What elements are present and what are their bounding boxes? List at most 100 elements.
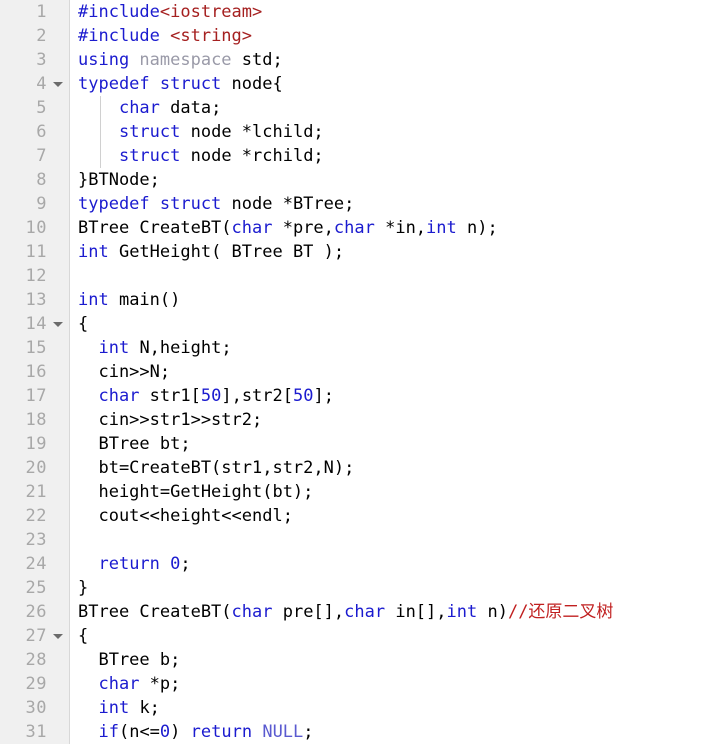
code-line[interactable]: bt=CreateBT(str1,str2,N);: [70, 456, 717, 480]
line-number-gutter[interactable]: 1 2 3 4 5 6 7 8 9 10 11 12 13 14 15 16 17 18 19 20 21 22 23 24 2…: [0, 0, 70, 744]
code-line[interactable]: BTree CreateBT(char *pre,char *in,int n)…: [70, 216, 717, 240]
code-token: n);: [456, 218, 498, 238]
code-token: GetHeight( BTree BT );: [108, 242, 345, 262]
code-line[interactable]: typedef struct node *BTree;: [70, 192, 717, 216]
line-number-12[interactable]: 12: [0, 264, 69, 288]
code-line[interactable]: int N,height;: [70, 336, 717, 360]
line-number-4[interactable]: 4: [0, 72, 69, 96]
code-token: (n<=: [118, 722, 160, 742]
line-number-label: 31: [25, 722, 47, 742]
code-token: BTree CreateBT(: [78, 218, 232, 238]
code-token: //还原二叉树: [507, 602, 614, 622]
line-number-17[interactable]: 17: [0, 384, 69, 408]
code-line[interactable]: char *p;: [70, 672, 717, 696]
code-token: <iostream>: [159, 2, 263, 22]
line-number-10[interactable]: 10: [0, 216, 69, 240]
line-number-15[interactable]: 15: [0, 336, 69, 360]
line-number-2[interactable]: 2: [0, 24, 69, 48]
code-line[interactable]: [70, 264, 717, 288]
line-number-label: 23: [25, 530, 47, 550]
code-line[interactable]: using namespace std;: [70, 48, 717, 72]
line-number-3[interactable]: 3: [0, 48, 69, 72]
fold-collapse-icon[interactable]: [53, 634, 63, 639]
code-line[interactable]: typedef struct node{: [70, 72, 717, 96]
fold-collapse-icon[interactable]: [53, 82, 63, 87]
code-token: char: [333, 218, 375, 238]
line-number-26[interactable]: 26: [0, 600, 69, 624]
line-number-28[interactable]: 28: [0, 648, 69, 672]
code-line[interactable]: cin>>str1>>str2;: [70, 408, 717, 432]
line-number-8[interactable]: 8: [0, 168, 69, 192]
code-token: return: [190, 722, 253, 742]
code-token: <string>: [170, 26, 253, 46]
code-line[interactable]: BTree b;: [70, 648, 717, 672]
code-line[interactable]: int k;: [70, 696, 717, 720]
line-number-label: 2: [36, 26, 47, 46]
code-line[interactable]: BTree bt;: [70, 432, 717, 456]
code-line[interactable]: #include <string>: [70, 24, 717, 48]
code-line[interactable]: BTree CreateBT(char pre[],char in[],int …: [70, 600, 717, 624]
code-token: node *rchild;: [190, 146, 324, 166]
code-line[interactable]: cin>>N;: [70, 360, 717, 384]
line-number-22[interactable]: 22: [0, 504, 69, 528]
line-number-21[interactable]: 21: [0, 480, 69, 504]
line-number-19[interactable]: 19: [0, 432, 69, 456]
code-token: ];: [313, 386, 334, 406]
code-token: node *BTree;: [231, 194, 355, 214]
code-line[interactable]: struct node *lchild;: [70, 120, 717, 144]
code-line[interactable]: int GetHeight( BTree BT );: [70, 240, 717, 264]
code-line[interactable]: cout<<height<<endl;: [70, 504, 717, 528]
code-token: main(): [108, 290, 181, 310]
code-line[interactable]: }: [70, 576, 717, 600]
code-content-area[interactable]: #include<iostream> #include <string> using…: [70, 0, 717, 744]
code-line[interactable]: {: [70, 312, 717, 336]
code-line[interactable]: char str1[50],str2[50];: [70, 384, 717, 408]
code-token: #include: [78, 2, 160, 22]
line-number-7[interactable]: 7: [0, 144, 69, 168]
line-number-23[interactable]: 23: [0, 528, 69, 552]
line-number-6[interactable]: 6: [0, 120, 69, 144]
line-number-30[interactable]: 30: [0, 696, 69, 720]
line-number-label: 24: [25, 554, 47, 574]
line-number-20[interactable]: 20: [0, 456, 69, 480]
line-number-1[interactable]: 1: [0, 0, 69, 24]
code-line[interactable]: [70, 528, 717, 552]
code-token: pre[],: [272, 602, 345, 622]
code-line[interactable]: return 0;: [70, 552, 717, 576]
code-token: return: [98, 554, 160, 574]
code-line[interactable]: int main(): [70, 288, 717, 312]
line-number-5[interactable]: 5: [0, 96, 69, 120]
fold-collapse-icon[interactable]: [53, 322, 63, 327]
line-number-13[interactable]: 13: [0, 288, 69, 312]
code-line[interactable]: #include<iostream>: [70, 0, 717, 24]
code-editor[interactable]: 1 2 3 4 5 6 7 8 9 10 11 12 13 14 15 16 17 18 19 20 21 22 23 24 2…: [0, 0, 717, 744]
code-token: cout<<height<<endl;: [78, 506, 293, 526]
line-number-24[interactable]: 24: [0, 552, 69, 576]
code-line[interactable]: if(n<=0) return NULL;: [70, 720, 717, 744]
line-number-27[interactable]: 27: [0, 624, 69, 648]
code-line[interactable]: char data;: [70, 96, 717, 120]
line-number-9[interactable]: 9: [0, 192, 69, 216]
code-line[interactable]: struct node *rchild;: [70, 144, 717, 168]
code-line[interactable]: {: [70, 624, 717, 648]
code-token: cin>>N;: [78, 362, 171, 382]
line-number-11[interactable]: 11: [0, 240, 69, 264]
line-number-18[interactable]: 18: [0, 408, 69, 432]
code-token: {: [78, 626, 89, 646]
line-number-16[interactable]: 16: [0, 360, 69, 384]
line-number-31[interactable]: 31: [0, 720, 69, 744]
line-number-label: 20: [25, 458, 47, 478]
line-number-25[interactable]: 25: [0, 576, 69, 600]
code-token: *in,: [374, 218, 427, 238]
code-line[interactable]: height=GetHeight(bt);: [70, 480, 717, 504]
code-line[interactable]: }BTNode;: [70, 168, 717, 192]
line-number-14[interactable]: 14: [0, 312, 69, 336]
code-token: char: [344, 602, 386, 622]
line-number-29[interactable]: 29: [0, 672, 69, 696]
